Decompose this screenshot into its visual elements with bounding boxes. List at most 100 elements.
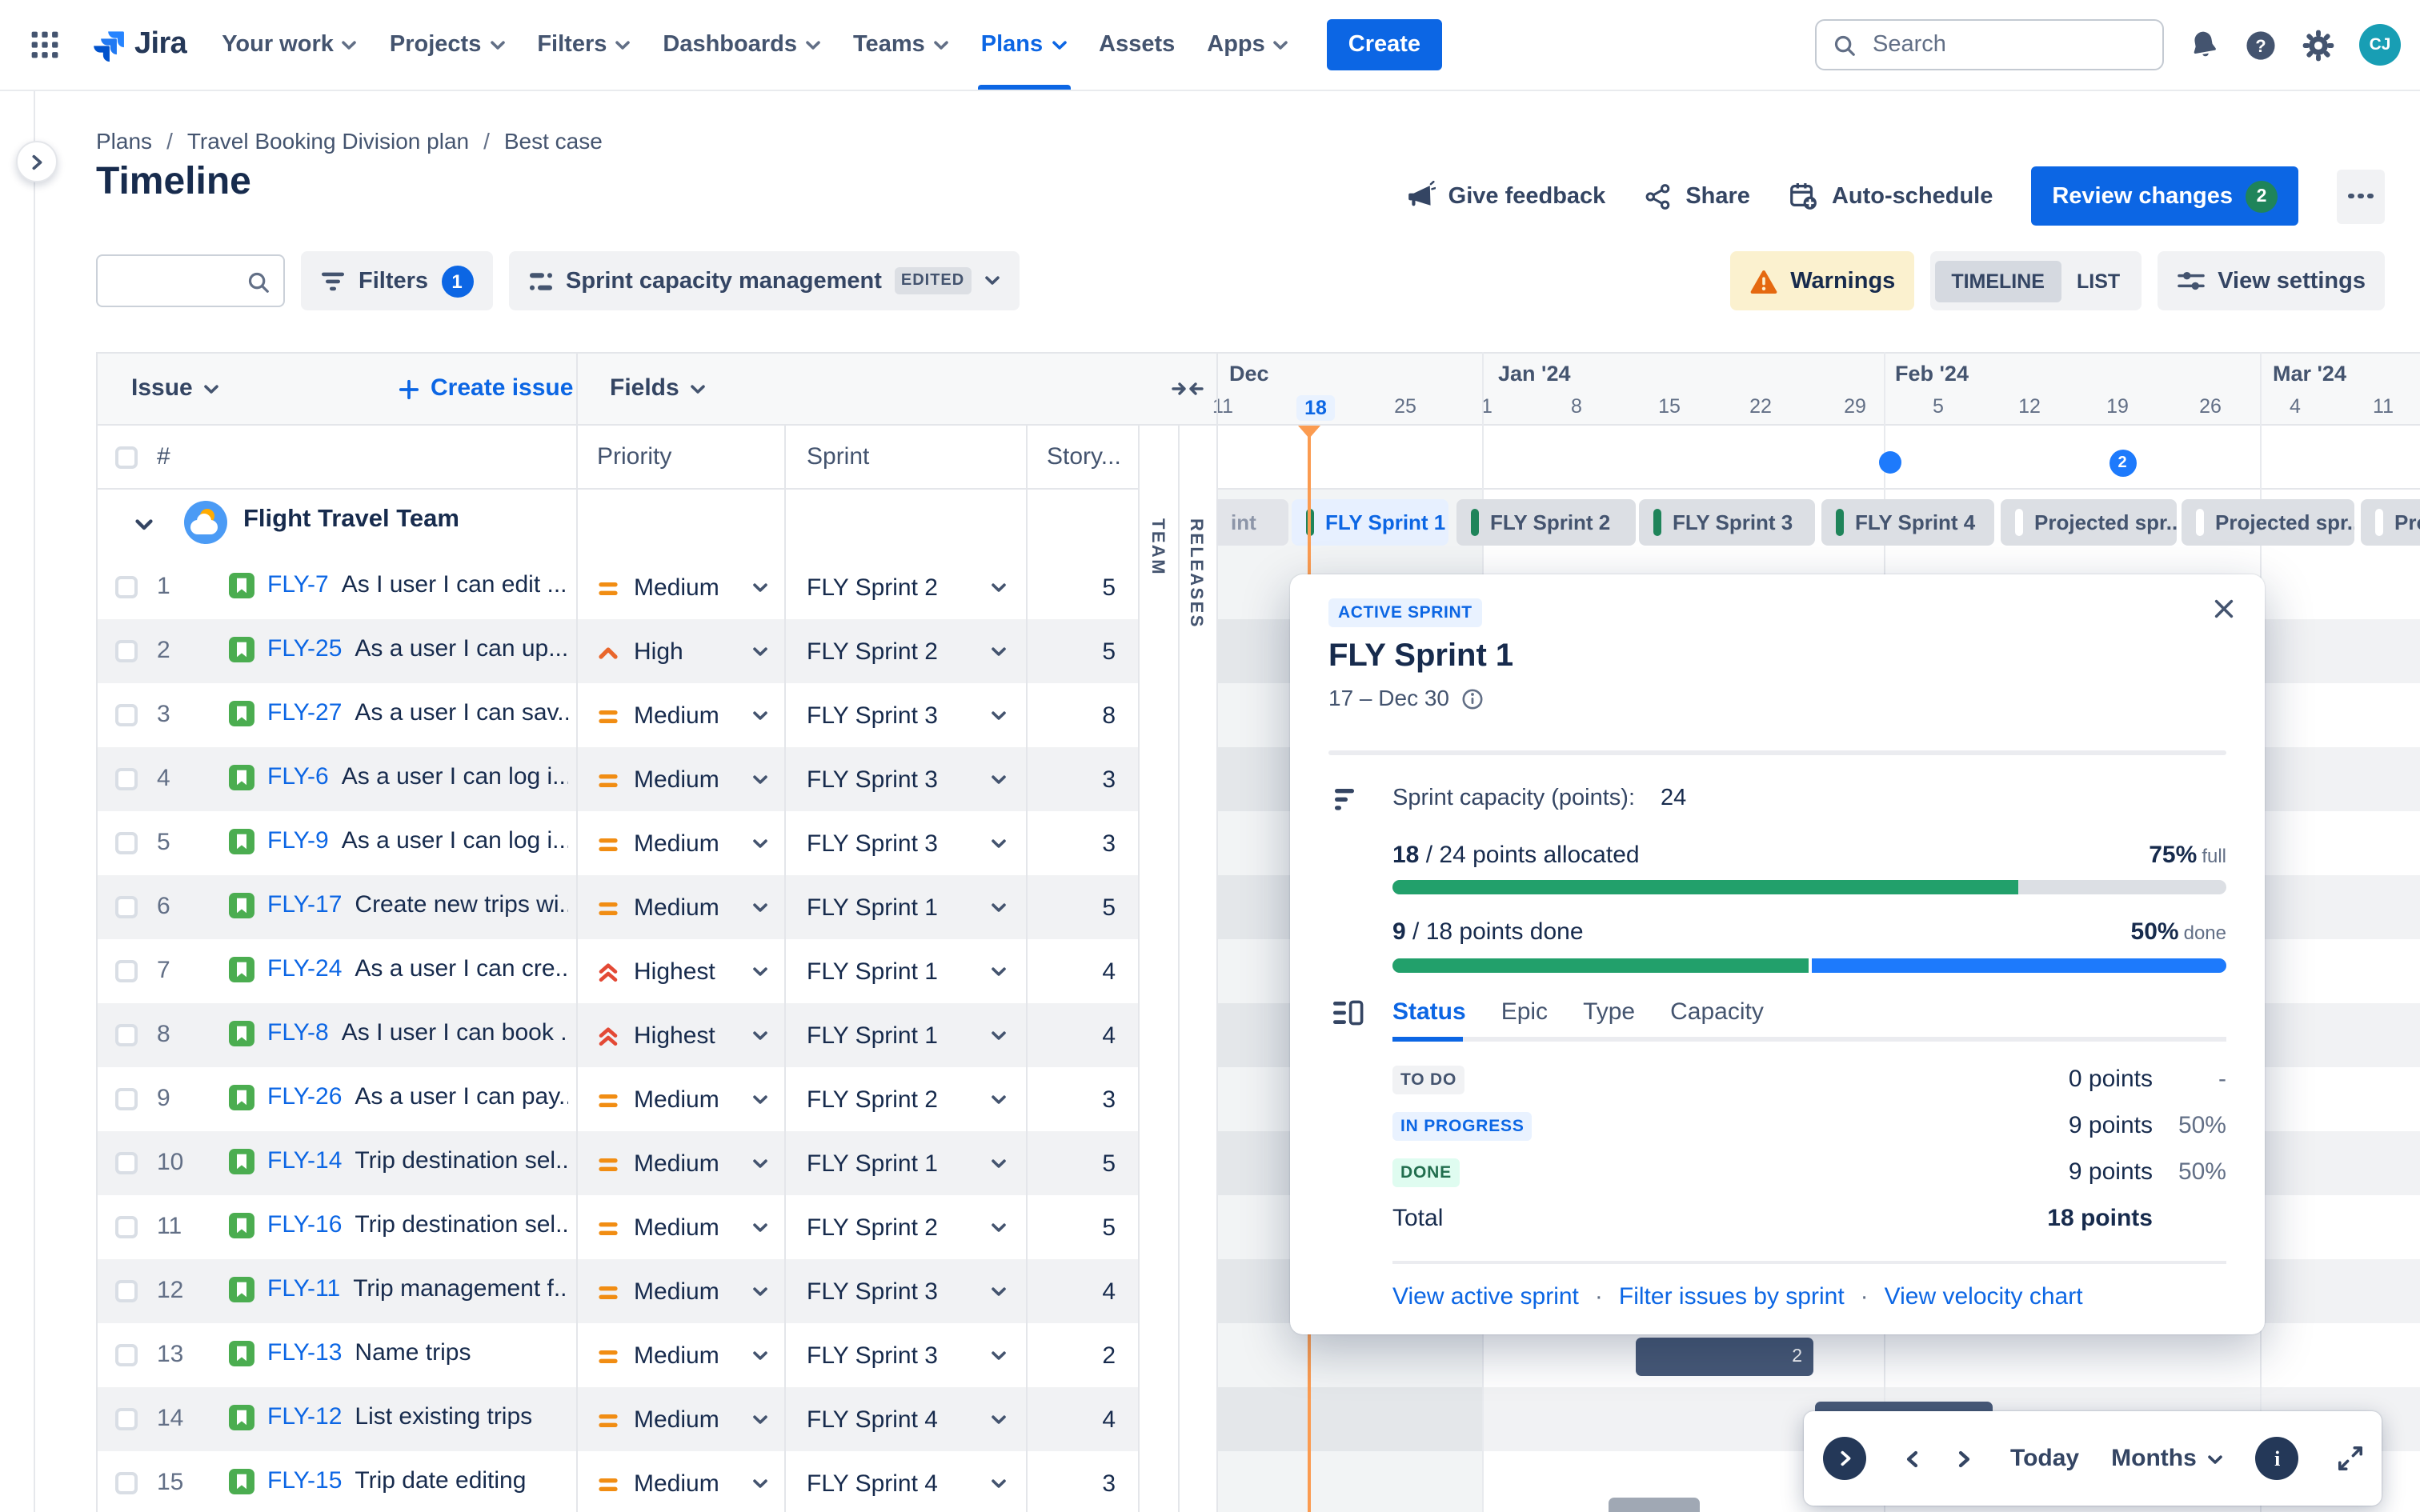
issue-key-link[interactable]: FLY-8	[267, 1019, 329, 1046]
user-avatar[interactable]: CJ	[2359, 24, 2401, 66]
issue-key-link[interactable]: FLY-26	[267, 1083, 342, 1110]
priority-dropdown[interactable]: Medium	[576, 1387, 784, 1451]
nav-item-dashboards[interactable]: Dashboards	[647, 0, 837, 90]
row-checkbox[interactable]	[115, 1152, 138, 1174]
story-points-cell[interactable]: 4	[1026, 939, 1138, 1003]
issue-summary[interactable]: As a user I can up...	[355, 635, 568, 662]
row-checkbox[interactable]	[115, 704, 138, 726]
search-input[interactable]	[1869, 30, 2100, 59]
row-checkbox[interactable]	[115, 640, 138, 662]
zoom-level-dropdown[interactable]: Months	[2111, 1445, 2224, 1472]
collapse-fields-icon[interactable]	[1172, 378, 1204, 405]
fields-dropdown[interactable]: Fields	[610, 374, 707, 402]
issue-summary[interactable]: List existing trips	[355, 1403, 532, 1430]
auto-schedule-button[interactable]: Auto-schedule	[1789, 181, 1993, 211]
global-search[interactable]	[1815, 19, 2164, 70]
story-points-cell[interactable]: 3	[1026, 811, 1138, 875]
priority-dropdown[interactable]: Medium	[576, 555, 784, 619]
link-filter-issues-by-sprint[interactable]: Filter issues by sprint	[1619, 1283, 1845, 1310]
story-points-cell[interactable]: 3	[1026, 747, 1138, 811]
issue-summary[interactable]: Trip destination sel...	[355, 1211, 568, 1238]
priority-dropdown[interactable]: Medium	[576, 683, 784, 747]
sprint-bar-projected-spr[interactable]: Projected spr...	[2001, 499, 2177, 546]
issue-key-link[interactable]: FLY-6	[267, 763, 329, 790]
jira-logo[interactable]: Jira	[90, 26, 187, 63]
tab-epic[interactable]: Epic	[1501, 998, 1548, 1026]
issue-summary[interactable]: Create new trips wi...	[355, 891, 568, 918]
release-marker[interactable]	[1879, 451, 1901, 474]
row-checkbox[interactable]	[115, 832, 138, 854]
issue-key-link[interactable]: FLY-9	[267, 827, 329, 854]
story-points-cell[interactable]: 5	[1026, 555, 1138, 619]
priority-dropdown[interactable]: Medium	[576, 1323, 784, 1387]
sprint-dropdown[interactable]: FLY Sprint 3	[784, 747, 1026, 811]
link-view-active-sprint[interactable]: View active sprint	[1392, 1283, 1579, 1310]
info-icon[interactable]	[1460, 685, 1483, 711]
row-checkbox[interactable]	[115, 960, 138, 982]
issue-summary[interactable]: As I user I can edit ...	[342, 571, 567, 598]
link-view-velocity-chart[interactable]: View velocity chart	[1885, 1283, 2083, 1310]
story-points-cell[interactable]: 4	[1026, 1003, 1138, 1067]
nav-item-plans[interactable]: Plans	[965, 0, 1083, 90]
help-icon[interactable]: ?	[2244, 28, 2278, 62]
row-checkbox[interactable]	[115, 1344, 138, 1366]
issue-summary[interactable]: As a user I can log i...	[342, 827, 568, 854]
fullscreen-icon[interactable]	[2331, 1438, 2371, 1478]
row-checkbox[interactable]	[115, 1216, 138, 1238]
tab-capacity[interactable]: Capacity	[1670, 998, 1764, 1026]
team-name[interactable]: Flight Travel Team	[243, 506, 459, 534]
plan-search-input[interactable]	[110, 266, 245, 295]
story-points-cell[interactable]: 3	[1026, 1451, 1138, 1512]
issue-summary[interactable]: As a user I can sav...	[355, 699, 568, 726]
issue-column-header[interactable]: Issue	[131, 374, 220, 402]
jump-to-next-button[interactable]	[1823, 1437, 1866, 1480]
row-checkbox[interactable]	[115, 1408, 138, 1430]
nav-item-apps[interactable]: Apps	[1191, 0, 1305, 90]
row-checkbox[interactable]	[115, 1472, 138, 1494]
issue-summary[interactable]: Name trips	[355, 1339, 471, 1366]
app-switcher-icon[interactable]	[19, 19, 70, 70]
priority-dropdown[interactable]: Medium	[576, 811, 784, 875]
tab-type[interactable]: Type	[1583, 998, 1635, 1026]
issue-summary[interactable]: As a user I can log i...	[342, 763, 568, 790]
sprint-dropdown[interactable]: FLY Sprint 3	[784, 1323, 1026, 1387]
story-points-cell[interactable]: 8	[1026, 683, 1138, 747]
priority-dropdown[interactable]: High	[576, 619, 784, 683]
story-points-cell[interactable]: 4	[1026, 1259, 1138, 1323]
row-checkbox[interactable]	[115, 576, 138, 598]
issue-summary[interactable]: Trip destination sel...	[355, 1147, 568, 1174]
row-checkbox[interactable]	[115, 1088, 138, 1110]
sprint-dropdown[interactable]: FLY Sprint 4	[784, 1387, 1026, 1451]
issue-schedule-bar[interactable]	[1609, 1498, 1700, 1512]
release-marker[interactable]: 2	[2109, 449, 2136, 476]
sprint-dropdown[interactable]: FLY Sprint 1	[784, 875, 1026, 939]
priority-dropdown[interactable]: Highest	[576, 939, 784, 1003]
story-points-cell[interactable]: 5	[1026, 1131, 1138, 1195]
nav-item-projects[interactable]: Projects	[374, 0, 521, 90]
close-icon[interactable]	[2212, 597, 2236, 621]
sprint-dropdown[interactable]: FLY Sprint 1	[784, 1131, 1026, 1195]
nav-item-assets[interactable]: Assets	[1083, 0, 1191, 90]
today-button[interactable]: Today	[2010, 1445, 2079, 1472]
issue-key-link[interactable]: FLY-12	[267, 1403, 342, 1430]
collapse-team-icon[interactable]	[134, 510, 154, 536]
issue-key-link[interactable]: FLY-17	[267, 891, 342, 918]
issue-key-link[interactable]: FLY-25	[267, 635, 342, 662]
row-checkbox[interactable]	[115, 1280, 138, 1302]
more-actions-button[interactable]	[2337, 169, 2385, 223]
select-all-checkbox[interactable]	[115, 446, 138, 469]
issue-summary[interactable]: Trip management f...	[353, 1275, 568, 1302]
sprint-dropdown[interactable]: FLY Sprint 3	[784, 683, 1026, 747]
saved-view-dropdown[interactable]: Sprint capacity management EDITED	[508, 251, 1020, 310]
sprint-dropdown[interactable]: FLY Sprint 2	[784, 1195, 1026, 1259]
sprint-dropdown[interactable]: FLY Sprint 2	[784, 1067, 1026, 1131]
issue-summary[interactable]: As I user I can book ...	[342, 1019, 568, 1046]
sprint-dropdown[interactable]: FLY Sprint 3	[784, 811, 1026, 875]
breadcrumb-travel-booking-division-plan[interactable]: Travel Booking Division plan	[187, 128, 469, 154]
story-points-cell[interactable]: 5	[1026, 875, 1138, 939]
timeline-mode-tab[interactable]: TIMELINE	[1935, 260, 2061, 302]
row-checkbox[interactable]	[115, 768, 138, 790]
issue-key-link[interactable]: FLY-15	[267, 1467, 342, 1494]
notifications-icon[interactable]	[2186, 26, 2222, 63]
sprint-dropdown[interactable]: FLY Sprint 1	[784, 939, 1026, 1003]
